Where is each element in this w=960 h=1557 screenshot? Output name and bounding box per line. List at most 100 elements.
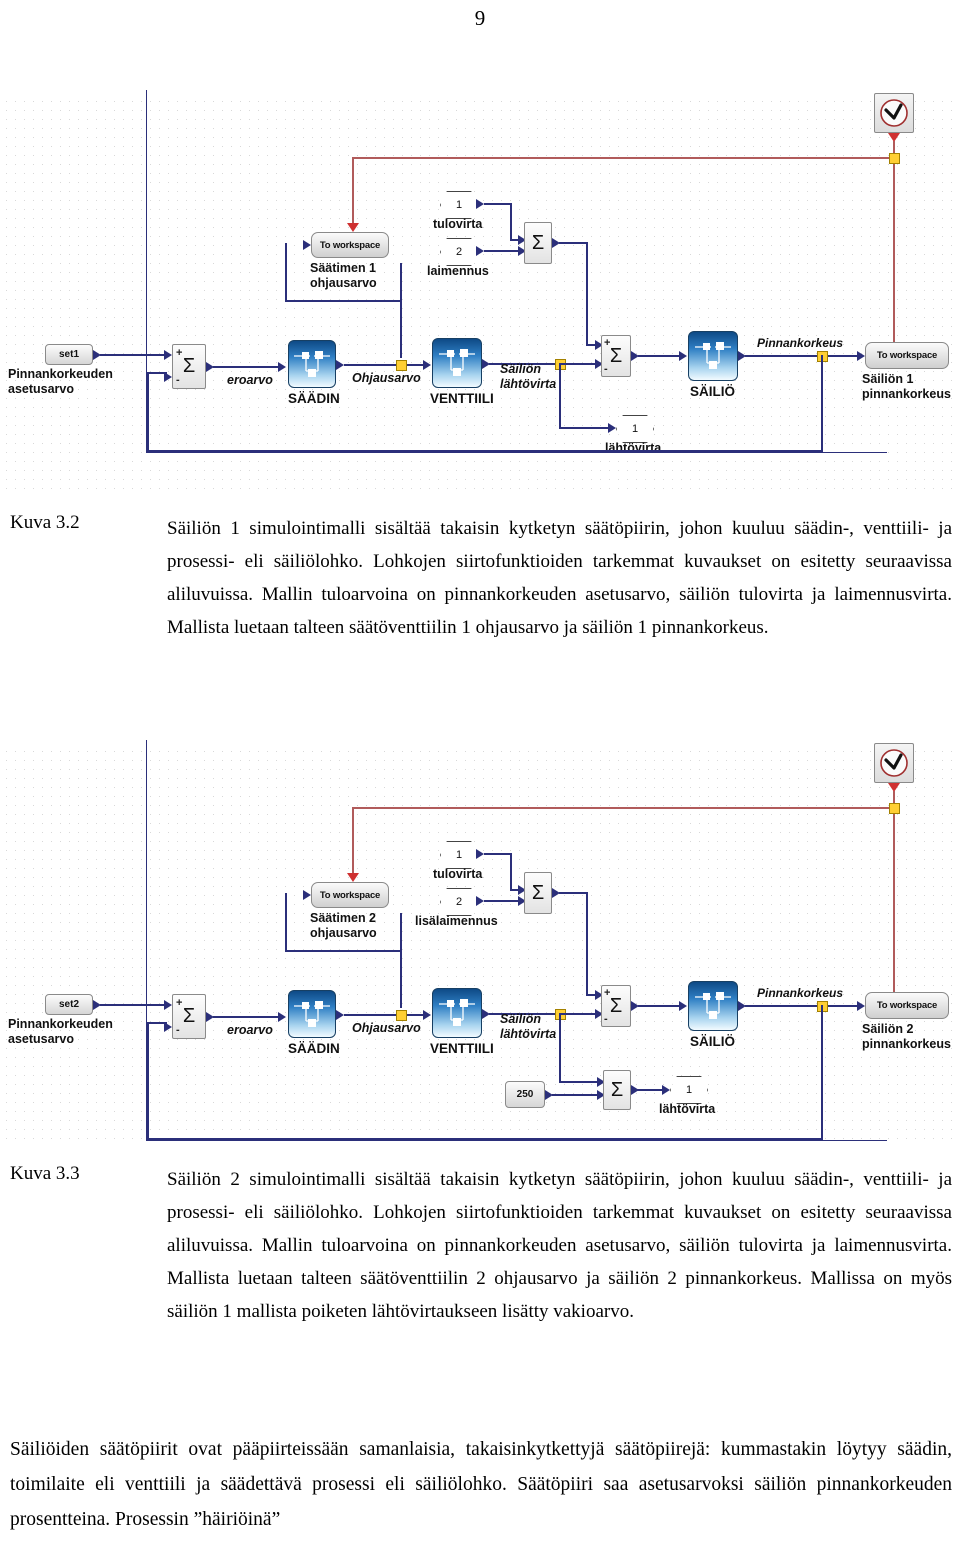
body-paragraph: Säiliöiden säätöpiirit ovat pääpiirteiss…: [10, 1439, 952, 1530]
outport-lahtovirta-2[interactable]: 1: [670, 1076, 708, 1104]
clock-signal-v-2: [893, 791, 895, 1002]
subsystem-sailio-2[interactable]: [688, 981, 738, 1031]
error-signal-label-1: eroarvo: [227, 373, 273, 387]
to-workspace-label: To workspace: [876, 1000, 938, 1011]
inport-tulovirta-1[interactable]: 1: [440, 191, 478, 219]
err-sum-in1-arrow-2: [164, 1000, 172, 1010]
ohjausarvo-branch-up-2: [285, 893, 287, 951]
saadin-out-arrow-1: [336, 360, 344, 370]
clock-signal-h-2: [352, 807, 894, 809]
inport-number: 2: [455, 246, 463, 258]
subsystem-saadin-1[interactable]: [288, 340, 336, 388]
constant-250-2[interactable]: 250: [505, 1081, 545, 1108]
outport-lahtovirta-arrow-1: [608, 423, 616, 433]
clock-signal-h-1: [352, 157, 894, 159]
sum-minus-sign: -: [176, 1024, 180, 1036]
sailio-label-2: SÄILIÖ: [690, 1034, 736, 1049]
lahtovirta-branch-v-1: [559, 363, 561, 429]
subsystem-icon: [294, 1001, 330, 1027]
sailion-lahtovirta-label-2: Säiliön lähtövirta: [500, 1012, 557, 1041]
selection-outline-1: [146, 90, 887, 453]
constant-250-wire-2: [552, 1094, 600, 1096]
inport-laimennus-1[interactable]: 2: [440, 238, 478, 266]
to-workspace-controller-2[interactable]: To workspace: [311, 882, 389, 908]
sum-minus-sign: -: [604, 363, 608, 375]
ws-level-caption-1: Säiliön 1 pinnankorkeus: [862, 372, 951, 401]
clock-branch-arrow-2: [347, 873, 359, 882]
inport-tulovirta-label-1: tulovirta: [433, 217, 483, 231]
to-workspace-label: To workspace: [876, 350, 938, 361]
err-sum-in1-arrow-1: [164, 350, 172, 360]
ws-level-caption-2: Säiliön 2 pinnankorkeus: [862, 1022, 951, 1051]
inport2-arrow-2: [476, 896, 484, 906]
clock-branch-v-1: [352, 157, 354, 229]
sum-tank-2[interactable]: Σ + -: [601, 985, 631, 1027]
sum-error-2[interactable]: Σ + -: [172, 994, 206, 1039]
saadin-out-arrow-2: [336, 1010, 344, 1020]
inflow-wire-h-1: [559, 242, 588, 244]
sum-plus-sign: +: [604, 987, 611, 999]
outport-lahtovirta-1[interactable]: 1: [616, 415, 654, 443]
clock-block-2[interactable]: [874, 743, 914, 783]
inport1-arrow-1: [476, 199, 484, 209]
sum-outflow-2[interactable]: Σ: [603, 1070, 631, 1110]
ws-level-in-arrow-2: [857, 1001, 865, 1011]
subsystem-sailio-1[interactable]: [688, 331, 738, 381]
tank-in-arrow-2: [679, 1001, 687, 1011]
ohjausarvo-branch-v-2: [400, 913, 402, 1008]
clock-signal-v-1: [893, 141, 895, 352]
ohjausarvo-wire-2: [344, 1014, 426, 1016]
caption-id-2: Kuva 3.3: [10, 1163, 80, 1184]
ws-controller-caption-1: Säätimen 1 ohjausarvo: [310, 261, 377, 290]
sum-error-1[interactable]: Σ + -: [172, 344, 206, 389]
sigma-glyph: Σ: [182, 355, 196, 377]
to-workspace-controller-1[interactable]: To workspace: [311, 232, 389, 258]
inport-tulovirta-label-2: tulovirta: [433, 867, 483, 881]
error-signal-label-2: eroarvo: [227, 1023, 273, 1037]
inport-tulovirta-2[interactable]: 1: [440, 841, 478, 869]
subsystem-venttiili-2[interactable]: [432, 988, 482, 1038]
ohjausarvo-branch-h-2: [285, 950, 401, 952]
error-wire-2: [213, 1016, 281, 1018]
setpoint-wire-2: [100, 1004, 168, 1006]
subsystem-saadin-2[interactable]: [288, 990, 336, 1038]
sum-inflow-2[interactable]: Σ: [524, 872, 552, 914]
to-workspace-level-1[interactable]: To workspace: [865, 342, 949, 369]
feedback-v-2: [821, 1005, 823, 1140]
clock-junction-1[interactable]: [889, 153, 900, 164]
pinnankorkeus-label-2: Pinnankorkeus: [757, 986, 844, 1000]
inflow-wire-h-2: [559, 892, 588, 894]
inport1-wire-h-2: [484, 853, 512, 855]
clock-junction-2[interactable]: [889, 803, 900, 814]
saadin-label-2: SÄÄDIN: [288, 1041, 340, 1056]
clock-icon: [880, 749, 908, 777]
sum-plus-sign: +: [604, 337, 611, 349]
sigma-glyph: Σ: [531, 231, 545, 254]
ws-controller-in-arrow-2: [303, 890, 311, 900]
ohjausarvo-label-2: Ohjausarvo: [352, 1021, 421, 1035]
outport-lahtovirta-label-1: lähtövirta: [605, 441, 662, 455]
feedback-into-sum-2: [147, 1022, 167, 1024]
sum-inflow-1[interactable]: Σ: [524, 222, 552, 264]
inflow-wire-v-1: [586, 242, 588, 345]
ohjausarvo-wire-1: [344, 364, 426, 366]
to-workspace-level-2[interactable]: To workspace: [865, 992, 949, 1019]
outport-number: 1: [631, 423, 639, 435]
ohjausarvo-junction-2[interactable]: [396, 1010, 407, 1021]
ohjausarvo-junction-1[interactable]: [396, 360, 407, 371]
sailion-lahtovirta-label-1: Säiliön lähtövirta: [500, 362, 557, 391]
feedback-into-sum-1: [147, 372, 167, 374]
inport-number: 2: [455, 896, 463, 908]
setpoint-constant-1[interactable]: set1: [45, 344, 93, 365]
figure-caption-2: Kuva 3.3 Säiliön 2 simulointimalli sisäl…: [10, 1163, 952, 1328]
subsystem-venttiili-1[interactable]: [432, 338, 482, 388]
subsystem-icon: [439, 349, 475, 376]
clock-block-1[interactable]: [874, 93, 914, 133]
inport-lisalaimennus-2[interactable]: 2: [440, 888, 478, 916]
setpoint-constant-2[interactable]: set2: [45, 994, 93, 1015]
inport-laimennus-label-1: laimennus: [427, 264, 489, 278]
to-workspace-label: To workspace: [319, 239, 381, 251]
saadin-in-arrow-1: [278, 362, 286, 372]
setpoint-value: set2: [58, 999, 79, 1010]
sum-tank-1[interactable]: Σ + -: [601, 335, 631, 377]
